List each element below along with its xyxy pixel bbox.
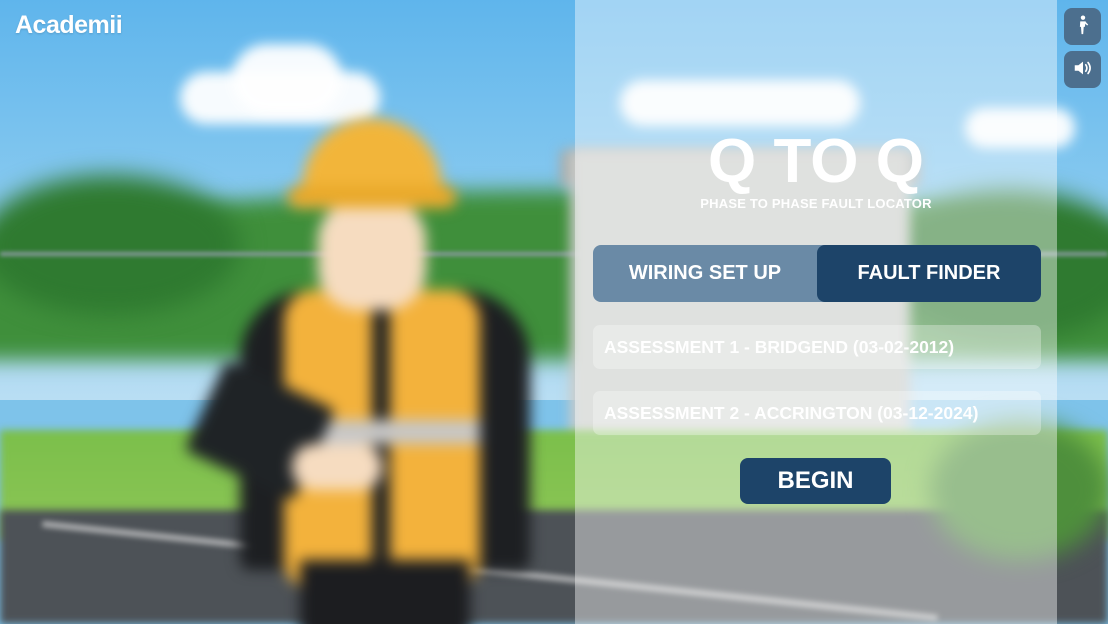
- app-subtitle: PHASE TO PHASE FAULT LOCATOR: [700, 196, 932, 211]
- begin-button[interactable]: BEGIN: [740, 458, 891, 504]
- menu-panel: [575, 0, 1057, 624]
- fault-finder-option[interactable]: FAULT FINDER: [817, 245, 1041, 302]
- wiring-set-up-option[interactable]: WIRING SET UP: [593, 245, 817, 302]
- speaker-volume-icon: [1072, 57, 1094, 83]
- assessment-2-button[interactable]: ASSESSMENT 2 - ACCRINGTON (03-12-2024): [593, 391, 1041, 435]
- assessment-1-button[interactable]: ASSESSMENT 1 - BRIDGEND (03-02-2012): [593, 325, 1041, 369]
- mode-toggle: WIRING SET UP FAULT FINDER: [593, 245, 1041, 302]
- sound-button[interactable]: [1064, 51, 1101, 88]
- academii-logo: Academii: [15, 11, 123, 39]
- cloud: [232, 44, 342, 114]
- accessibility-button[interactable]: [1064, 8, 1101, 45]
- accessibility-person-icon: [1072, 14, 1094, 40]
- app-title: Q TO Q: [708, 127, 924, 196]
